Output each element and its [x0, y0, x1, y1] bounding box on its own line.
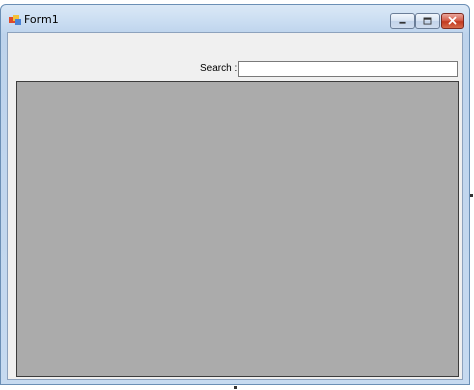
maximize-icon	[423, 17, 432, 25]
data-grid-view[interactable]	[16, 81, 459, 377]
window-title: Form1	[24, 13, 59, 26]
form-window: Form1 Search :	[0, 4, 470, 385]
close-button[interactable]	[441, 13, 464, 29]
title-bar[interactable]: Form1	[1, 5, 469, 33]
search-input[interactable]	[238, 61, 458, 77]
close-icon	[448, 16, 457, 25]
resize-handle-right[interactable]	[470, 194, 473, 197]
maximize-button[interactable]	[415, 13, 440, 29]
resize-handle-bottom[interactable]	[234, 386, 237, 389]
minimize-icon	[399, 21, 406, 24]
form-client-area: Search :	[7, 32, 463, 380]
minimize-button[interactable]	[390, 13, 415, 29]
application-icon	[9, 15, 21, 25]
search-label: Search :	[200, 63, 238, 74]
